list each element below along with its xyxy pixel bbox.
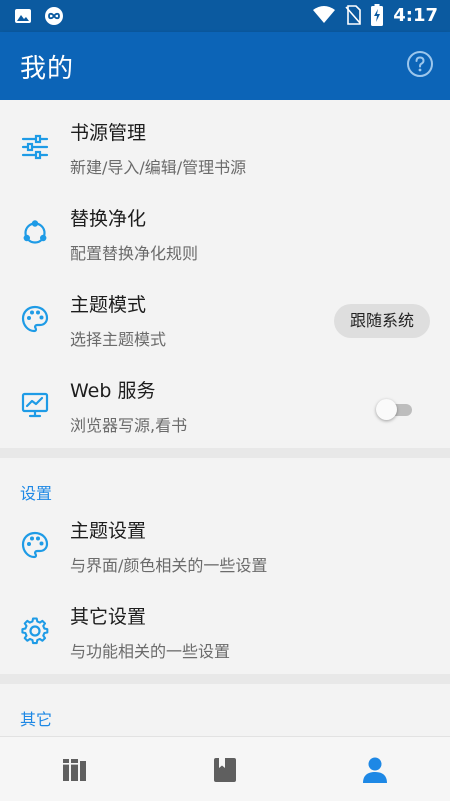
nav-explore[interactable] bbox=[210, 755, 240, 785]
status-left bbox=[14, 6, 64, 26]
sliders-icon bbox=[21, 134, 49, 160]
section-title: 其它 bbox=[20, 710, 53, 729]
theme-settings-item[interactable]: 主题设置 与界面/颜色相关的一些设置 bbox=[0, 502, 450, 588]
monitor-chart-icon bbox=[21, 392, 49, 418]
other-section: 其它 bbox=[0, 684, 450, 736]
item-subtitle: 与界面/颜色相关的一些设置 bbox=[70, 556, 268, 575]
item-title: 其它设置 bbox=[70, 606, 147, 628]
wifi-icon bbox=[313, 6, 336, 23]
web-service-toggle[interactable] bbox=[376, 398, 416, 420]
item-title: 主题设置 bbox=[70, 520, 147, 542]
section-title: 设置 bbox=[20, 484, 53, 503]
theme-mode-item[interactable]: 主题模式 选择主题模式 跟随系统 bbox=[0, 276, 450, 362]
item-subtitle: 新建/导入/编辑/管理书源 bbox=[70, 158, 247, 177]
bookmark-book-icon bbox=[214, 758, 236, 782]
status-right: 4:17 bbox=[313, 4, 438, 26]
bookshelf-icon bbox=[63, 759, 86, 781]
item-subtitle: 浏览器写源,看书 bbox=[70, 416, 188, 435]
battery-charging-icon bbox=[371, 4, 384, 26]
status-bar: 4:17 bbox=[0, 0, 450, 32]
app-bar: 我的 bbox=[0, 32, 450, 100]
replace-rule-item[interactable]: 替换净化 配置替换净化规则 bbox=[0, 190, 450, 276]
person-icon bbox=[363, 757, 387, 783]
section-divider bbox=[0, 448, 450, 458]
help-button[interactable] bbox=[406, 50, 434, 78]
other-header: 其它 bbox=[0, 684, 450, 736]
palette-icon bbox=[21, 531, 49, 559]
palette-icon bbox=[21, 305, 49, 333]
sim-off-icon bbox=[345, 5, 362, 25]
section-divider bbox=[0, 674, 450, 684]
image-icon bbox=[15, 9, 31, 23]
nav-my[interactable] bbox=[360, 755, 390, 785]
item-title: 书源管理 bbox=[70, 122, 147, 144]
item-subtitle: 配置替换净化规则 bbox=[70, 244, 199, 263]
item-subtitle: 与功能相关的一些设置 bbox=[70, 642, 231, 661]
item-title: 主题模式 bbox=[70, 294, 147, 316]
gear-icon bbox=[21, 617, 49, 645]
replace-icon bbox=[23, 220, 47, 244]
status-time: 4:17 bbox=[393, 4, 438, 26]
item-title: Web 服务 bbox=[70, 380, 156, 402]
help-circle-icon bbox=[407, 51, 433, 77]
settings-section: 设置 主题设置 与界面/颜色相关的一些设置 其它设置 与功能相关的一些设置 bbox=[0, 458, 450, 674]
item-title: 替换净化 bbox=[70, 208, 147, 230]
toggle-thumb bbox=[376, 399, 397, 420]
book-source-item[interactable]: 书源管理 新建/导入/编辑/管理书源 bbox=[0, 104, 450, 190]
theme-mode-chip[interactable]: 跟随系统 bbox=[333, 304, 430, 338]
web-service-item[interactable]: Web 服务 浏览器写源,看书 bbox=[0, 362, 450, 448]
nav-bookshelf[interactable] bbox=[60, 755, 90, 785]
main-content[interactable]: 书源管理 新建/导入/编辑/管理书源 替换净化 配置替换净化规则 主题模式 选择… bbox=[0, 100, 450, 736]
main-section: 书源管理 新建/导入/编辑/管理书源 替换净化 配置替换净化规则 主题模式 选择… bbox=[0, 100, 450, 448]
infinity-icon bbox=[45, 7, 63, 25]
bottom-navigation bbox=[0, 736, 450, 801]
item-subtitle: 选择主题模式 bbox=[70, 330, 167, 349]
other-settings-item[interactable]: 其它设置 与功能相关的一些设置 bbox=[0, 588, 450, 674]
page-title: 我的 bbox=[20, 54, 75, 84]
